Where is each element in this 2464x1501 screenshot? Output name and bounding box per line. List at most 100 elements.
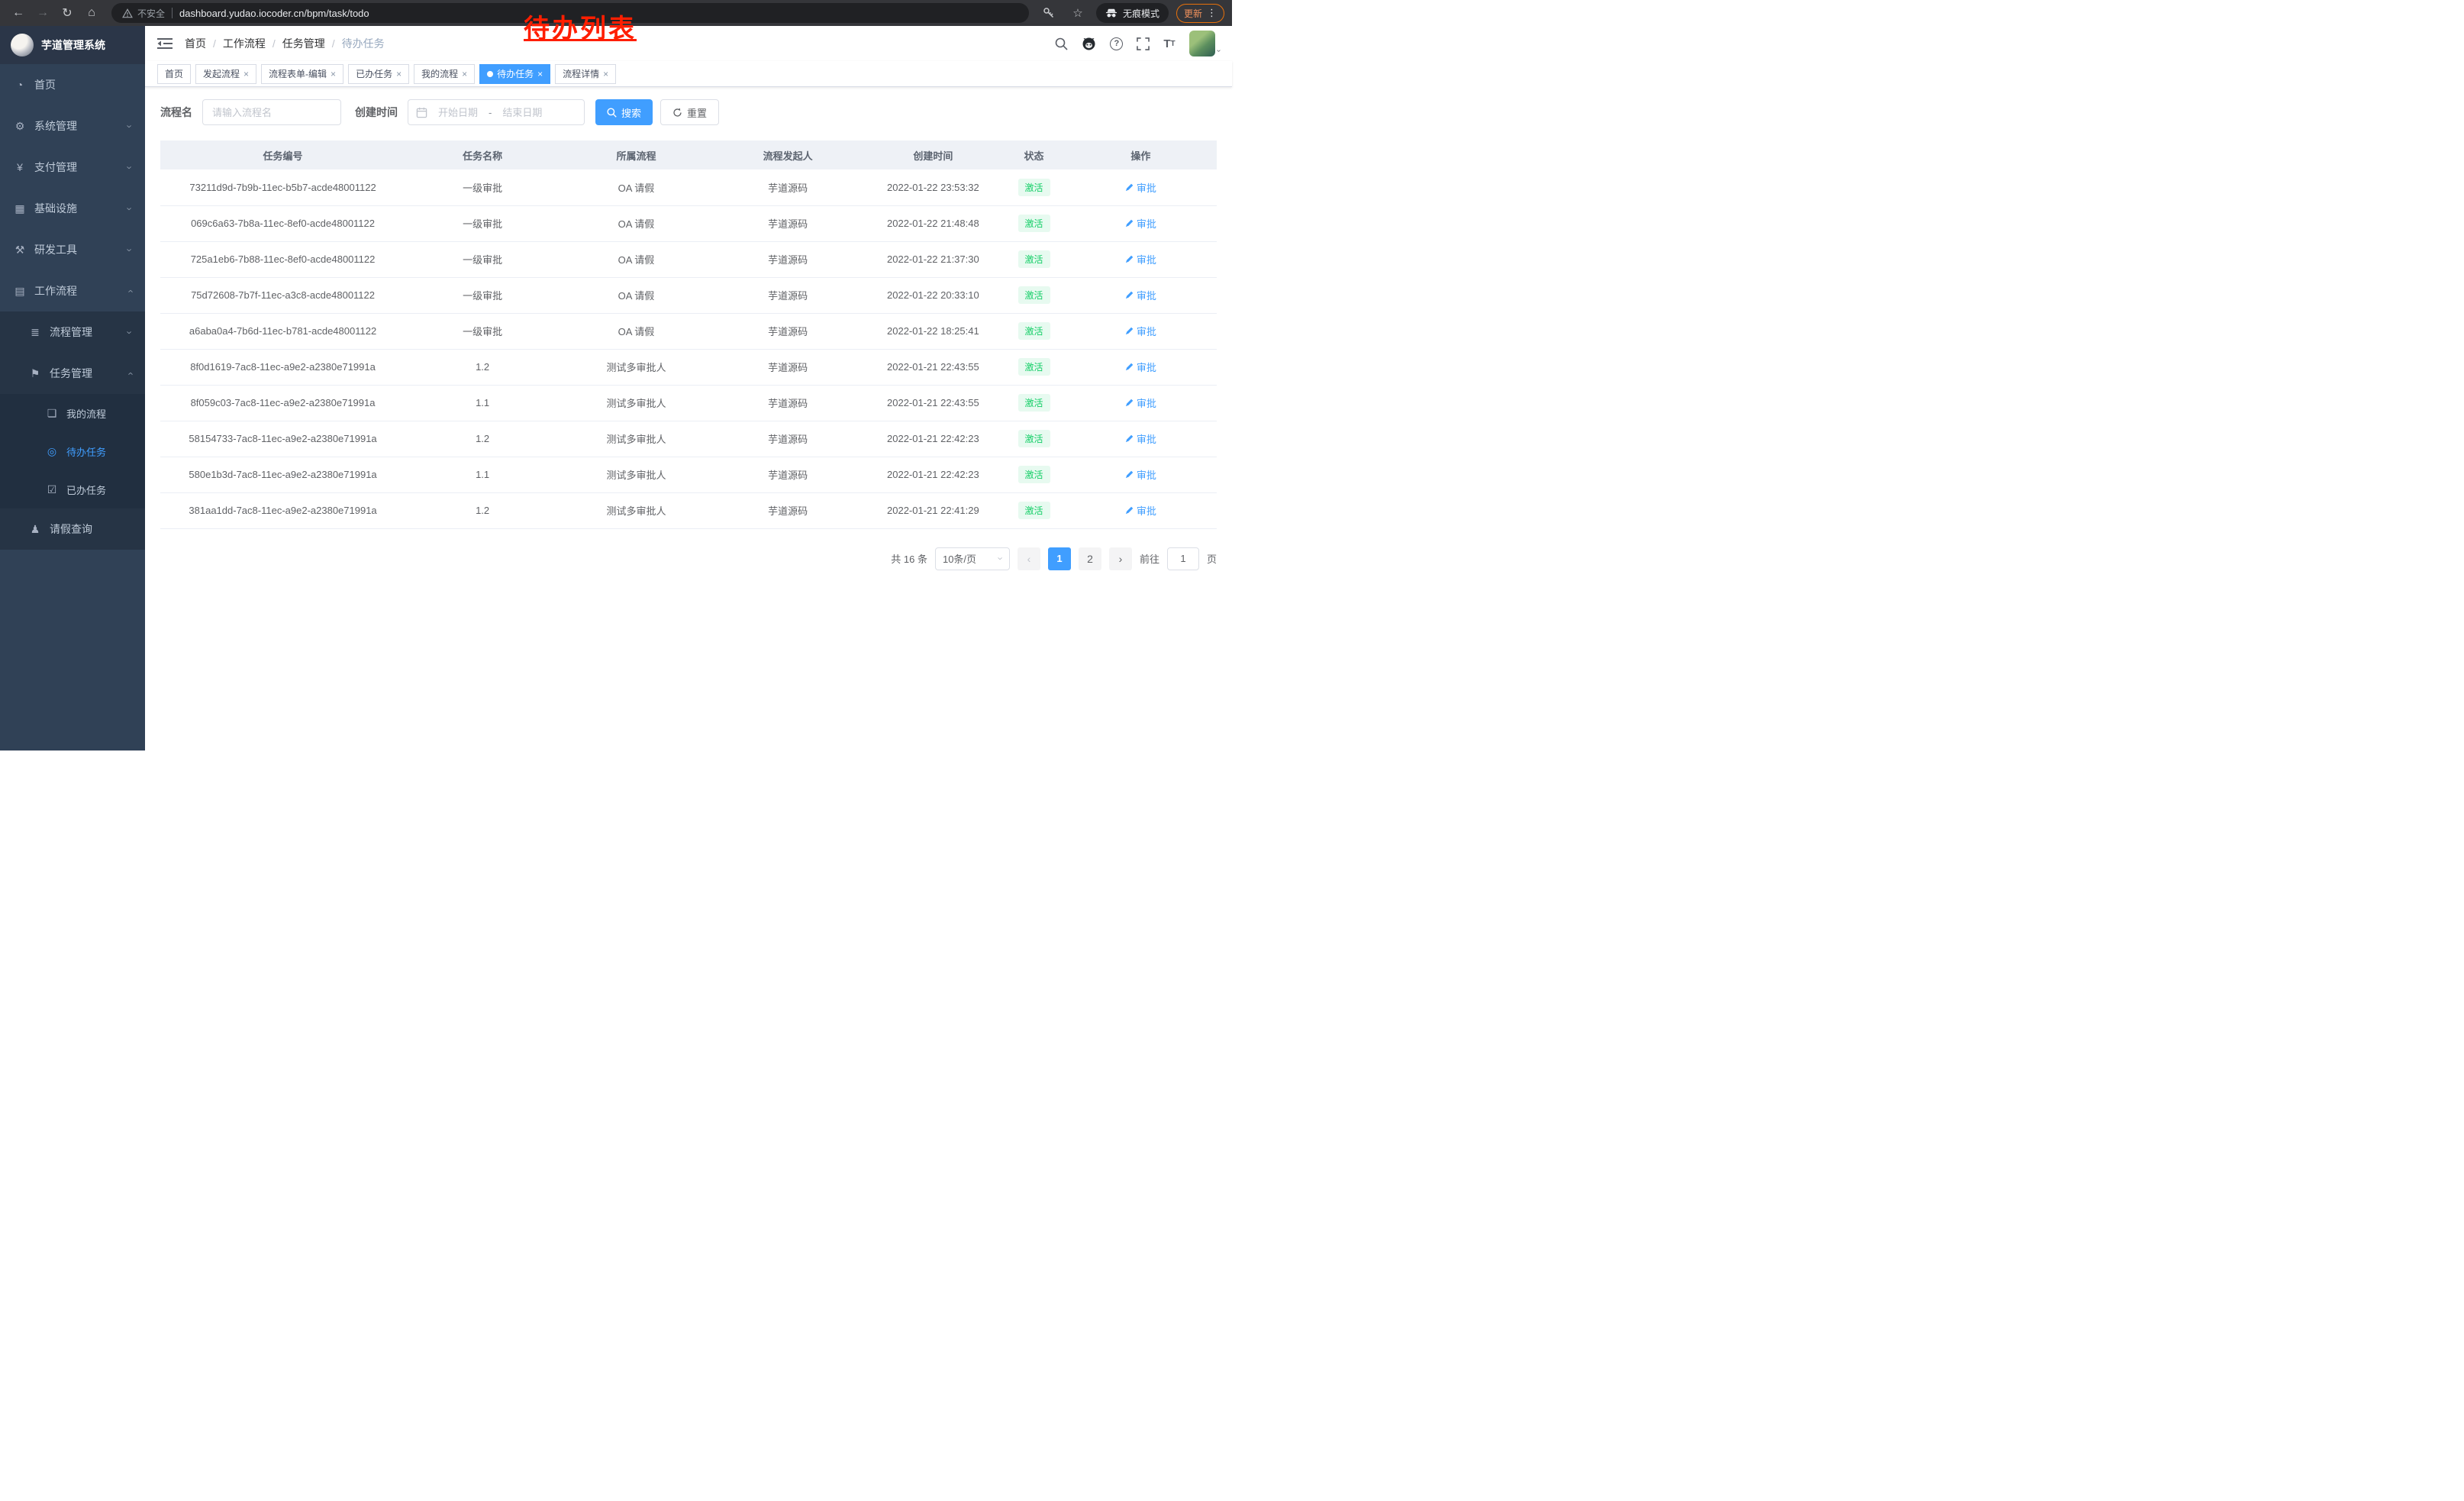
approve-link[interactable]: 审批 bbox=[1125, 180, 1156, 195]
close-icon[interactable]: × bbox=[331, 69, 336, 79]
cell-process: OA 请假 bbox=[560, 205, 713, 241]
page-size-select[interactable]: 10条/页 › bbox=[935, 547, 1010, 570]
status-badge: 激活 bbox=[1018, 250, 1050, 268]
sidebar-item-process-mgmt[interactable]: ≣ 流程管理 › bbox=[0, 311, 145, 353]
gear-icon: ⚙ bbox=[14, 120, 26, 133]
sidebar-item-done-task[interactable]: ☑ 已办任务 bbox=[0, 470, 145, 508]
range-separator: - bbox=[489, 107, 492, 118]
close-icon[interactable]: × bbox=[603, 69, 608, 79]
approve-link[interactable]: 审批 bbox=[1125, 467, 1156, 482]
help-icon[interactable]: ? bbox=[1110, 37, 1123, 50]
approve-link[interactable]: 审批 bbox=[1125, 395, 1156, 410]
edit-icon bbox=[1125, 183, 1134, 192]
sidebar-item-payment[interactable]: ¥ 支付管理 › bbox=[0, 147, 145, 188]
page-button-2[interactable]: 2 bbox=[1079, 547, 1101, 570]
sidebar-item-task-mgmt[interactable]: ⚑ 任务管理 › bbox=[0, 353, 145, 394]
warning-icon bbox=[122, 8, 133, 18]
approve-link[interactable]: 审批 bbox=[1125, 252, 1156, 266]
sidebar-item-infrastructure[interactable]: ▦ 基础设施 › bbox=[0, 188, 145, 229]
url-bar[interactable]: 不安全 dashboard.yudao.iocoder.cn/bpm/task/… bbox=[111, 3, 1029, 23]
github-icon[interactable] bbox=[1082, 37, 1096, 50]
total-count: 共 16 条 bbox=[891, 551, 927, 566]
forward-icon[interactable]: → bbox=[32, 2, 53, 24]
tab-home[interactable]: 首页 bbox=[157, 64, 191, 84]
approve-link[interactable]: 审批 bbox=[1125, 431, 1156, 446]
breadcrumb-task-mgmt[interactable]: 任务管理 bbox=[282, 36, 325, 51]
table-row: 069c6a63-7b8a-11ec-8ef0-acde48001122 一级审… bbox=[160, 205, 1217, 241]
start-date-input[interactable] bbox=[431, 107, 485, 118]
approve-link[interactable]: 审批 bbox=[1125, 360, 1156, 374]
next-page-button[interactable]: › bbox=[1109, 547, 1132, 570]
browser-update-button[interactable]: 更新 ⋮ bbox=[1176, 4, 1224, 23]
approve-link[interactable]: 审批 bbox=[1125, 288, 1156, 302]
check-icon: ☑ bbox=[46, 483, 58, 496]
incognito-label: 无痕模式 bbox=[1123, 7, 1159, 20]
security-chip[interactable]: 不安全 bbox=[122, 7, 165, 20]
tab-form-edit[interactable]: 流程表单-编辑 × bbox=[261, 64, 343, 84]
collapse-sidebar-icon[interactable] bbox=[157, 37, 173, 50]
date-range-picker[interactable]: - bbox=[408, 99, 585, 125]
sidebar-item-my-process[interactable]: ❏ 我的流程 bbox=[0, 394, 145, 432]
home-icon[interactable]: ⌂ bbox=[81, 2, 102, 24]
sidebar-item-home[interactable]: ◔ 首页 bbox=[0, 64, 145, 105]
sidebar-item-workflow[interactable]: ▤ 工作流程 › bbox=[0, 270, 145, 311]
font-size-icon[interactable]: TT bbox=[1163, 37, 1175, 50]
cell-process: 测试多审批人 bbox=[560, 492, 713, 528]
breadcrumb-workflow[interactable]: 工作流程 bbox=[223, 36, 266, 51]
col-task-name: 任务名称 bbox=[405, 140, 560, 169]
tab-start-process[interactable]: 发起流程 × bbox=[195, 64, 256, 84]
goto-page-input[interactable] bbox=[1167, 547, 1199, 570]
search-button[interactable]: 搜索 bbox=[595, 99, 653, 125]
close-icon[interactable]: × bbox=[537, 69, 543, 79]
reset-button[interactable]: 重置 bbox=[660, 99, 719, 125]
breadcrumb-separator: / bbox=[332, 37, 335, 50]
approve-link[interactable]: 审批 bbox=[1125, 216, 1156, 231]
avatar bbox=[1189, 31, 1215, 56]
prev-page-button[interactable]: ‹ bbox=[1018, 547, 1040, 570]
status-badge: 激活 bbox=[1018, 430, 1050, 447]
tab-my-process[interactable]: 我的流程 × bbox=[414, 64, 475, 84]
breadcrumb-home[interactable]: 首页 bbox=[185, 36, 206, 51]
close-icon[interactable]: × bbox=[462, 69, 467, 79]
status-badge: 激活 bbox=[1018, 179, 1050, 196]
top-navbar: 首页 / 工作流程 / 任务管理 / 待办任务 ? TT bbox=[145, 26, 1232, 61]
tab-done-task[interactable]: 已办任务 × bbox=[348, 64, 409, 84]
process-name-input[interactable] bbox=[202, 99, 341, 125]
chevron-down-icon: › bbox=[124, 166, 135, 169]
sidebar-item-leave-query[interactable]: ♟ 请假查询 bbox=[0, 508, 145, 550]
cell-process: OA 请假 bbox=[560, 169, 713, 205]
reload-icon[interactable]: ↻ bbox=[56, 2, 78, 24]
app-title: 芋道管理系统 bbox=[41, 37, 105, 53]
grid-icon: ▦ bbox=[14, 202, 26, 215]
approve-link[interactable]: 审批 bbox=[1125, 503, 1156, 518]
sidebar-item-system[interactable]: ⚙ 系统管理 › bbox=[0, 105, 145, 147]
back-icon[interactable]: ← bbox=[8, 2, 29, 24]
close-icon[interactable]: × bbox=[396, 69, 402, 79]
tab-process-detail[interactable]: 流程详情 × bbox=[555, 64, 616, 84]
col-status: 状态 bbox=[1003, 140, 1064, 169]
update-label: 更新 bbox=[1184, 7, 1202, 20]
cell-starter: 芋道源码 bbox=[713, 421, 863, 457]
end-date-input[interactable] bbox=[495, 107, 550, 118]
cell-process: 测试多审批人 bbox=[560, 385, 713, 421]
cell-create-time: 2022-01-22 21:48:48 bbox=[863, 205, 1003, 241]
page-button-1[interactable]: 1 bbox=[1048, 547, 1071, 570]
sidebar-item-dev-tools[interactable]: ⚒ 研发工具 › bbox=[0, 229, 145, 270]
search-icon[interactable] bbox=[1055, 37, 1068, 50]
fullscreen-icon[interactable] bbox=[1137, 37, 1150, 50]
cell-process: OA 请假 bbox=[560, 241, 713, 277]
user-menu[interactable]: › bbox=[1189, 31, 1220, 56]
key-icon[interactable] bbox=[1038, 2, 1059, 24]
cell-task-id: 069c6a63-7b8a-11ec-8ef0-acde48001122 bbox=[160, 205, 405, 241]
cell-starter: 芋道源码 bbox=[713, 277, 863, 313]
bookmark-star-icon[interactable]: ☆ bbox=[1067, 2, 1088, 24]
sidebar-item-todo-task[interactable]: ◎ 待办任务 bbox=[0, 432, 145, 470]
tab-todo-task[interactable]: 待办任务 × bbox=[479, 64, 550, 84]
approve-link[interactable]: 审批 bbox=[1125, 324, 1156, 338]
close-icon[interactable]: × bbox=[243, 69, 249, 79]
chevron-down-icon: › bbox=[124, 124, 135, 128]
app-logo-row[interactable]: 芋道管理系统 bbox=[0, 26, 145, 64]
cell-task-id: 73211d9d-7b9b-11ec-b5b7-acde48001122 bbox=[160, 169, 405, 205]
cell-process: 测试多审批人 bbox=[560, 349, 713, 385]
task-mgmt-submenu: ❏ 我的流程 ◎ 待办任务 ☑ 已办任务 bbox=[0, 394, 145, 508]
